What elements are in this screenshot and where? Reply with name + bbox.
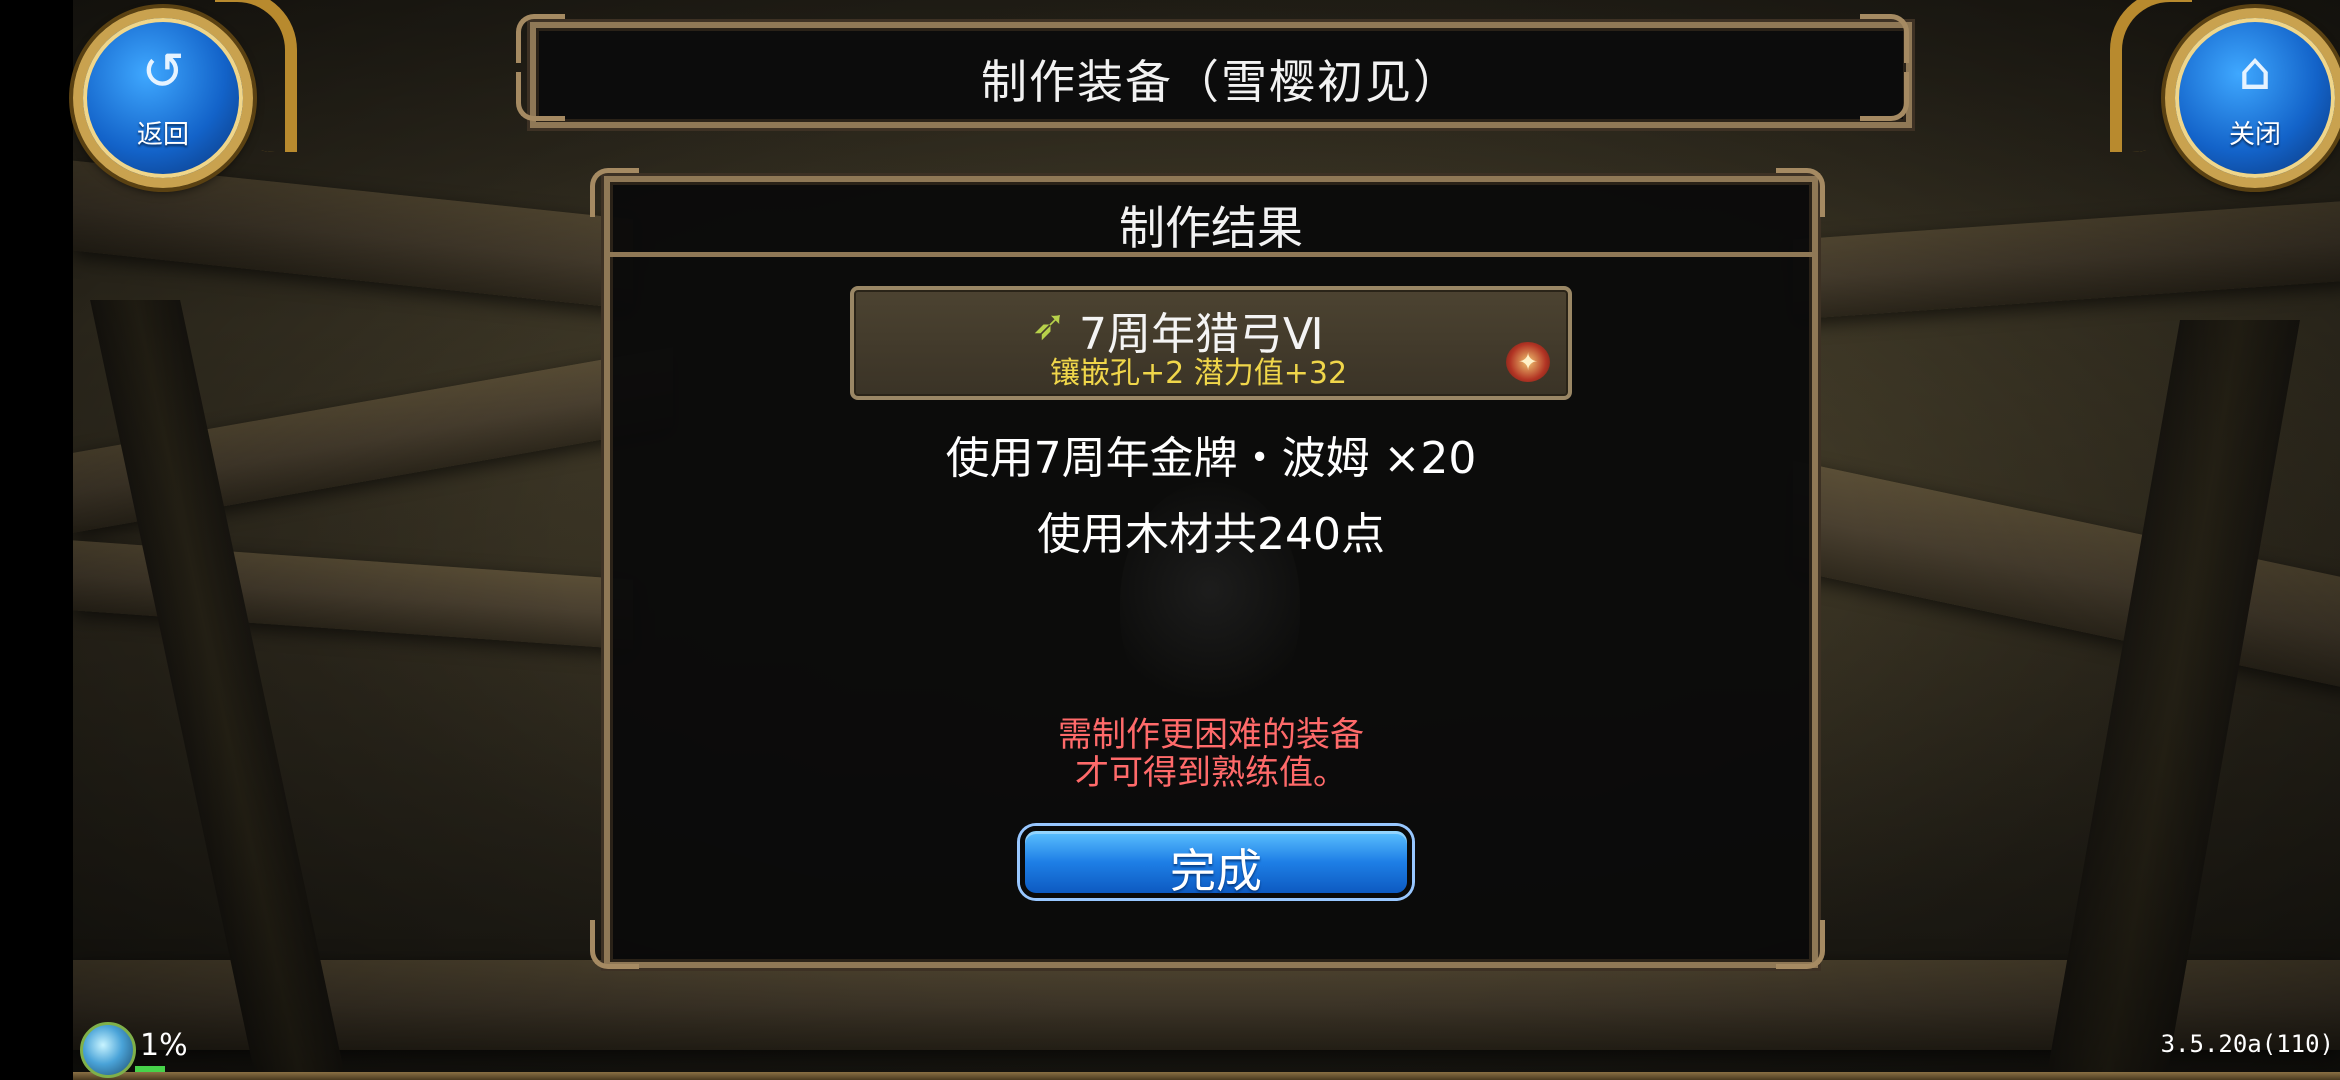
materials-used-text: 使用7周年金牌・波姆 ×20: [945, 433, 1477, 484]
back-button[interactable]: ↺ 返回: [73, 8, 253, 188]
frame-corner: [1860, 72, 1909, 121]
dialog-title: 制作结果: [1119, 201, 1303, 255]
version-label: 3.5.20a(110): [2160, 1030, 2334, 1058]
warning-line-2: 才可得到熟练值。: [1075, 753, 1347, 793]
page-title: 制作装备（雪樱初见）: [981, 55, 1461, 109]
title-bar: 制作装备（雪樱初见）: [530, 22, 1912, 128]
close-button-label: 关闭: [2228, 120, 2281, 150]
dialog-header: 制作结果: [610, 182, 1812, 257]
frame-corner: [516, 72, 565, 121]
progress-percent: 1%: [140, 1028, 188, 1063]
frame-corner: [590, 920, 639, 969]
craft-result-dialog: 制作结果 ➶ 7周年猎弓Ⅵ 镶嵌孔+2 潜力值+32 ✦ 使用7周年金牌・波姆 …: [604, 176, 1818, 968]
warning-line-1: 需制作更困难的装备: [1058, 715, 1364, 755]
game-screen: ↺ 返回 ⌂ 关闭 制作装备（雪樱初见） 制作结果 ➶ 7周年猎弓Ⅵ 镶嵌孔+2…: [0, 0, 2340, 1080]
crafted-item-card[interactable]: ➶ 7周年猎弓Ⅵ 镶嵌孔+2 潜力值+32 ✦: [850, 286, 1572, 400]
frame-corner: [516, 14, 565, 63]
frame-corner: [1860, 14, 1909, 63]
back-arrow-icon: ↺: [141, 42, 185, 102]
done-button-label: 完成: [1170, 844, 1262, 898]
frame-corner: [590, 168, 639, 217]
done-button[interactable]: 完成: [1020, 826, 1412, 898]
frame-corner: [1776, 920, 1825, 969]
bottom-hud-bar: [73, 1072, 2340, 1080]
progress-bar: [135, 1066, 165, 1072]
frame-corner: [1776, 168, 1825, 217]
back-button-label: 返回: [136, 120, 189, 150]
close-button[interactable]: ⌂ 关闭: [2165, 8, 2340, 188]
wood-used-text: 使用木材共240点: [1037, 509, 1385, 560]
home-icon: ⌂: [2238, 42, 2272, 102]
status-orb-icon[interactable]: [80, 1022, 136, 1078]
treasure-chest-icon: ✦: [1506, 342, 1550, 382]
left-letterbox: [0, 0, 73, 1080]
bow-icon: ➶: [1031, 300, 1067, 349]
item-stats: 镶嵌孔+2 潜力值+32: [1050, 356, 1348, 391]
proficiency-warning: 需制作更困难的装备 才可得到熟练值。: [610, 716, 1812, 792]
